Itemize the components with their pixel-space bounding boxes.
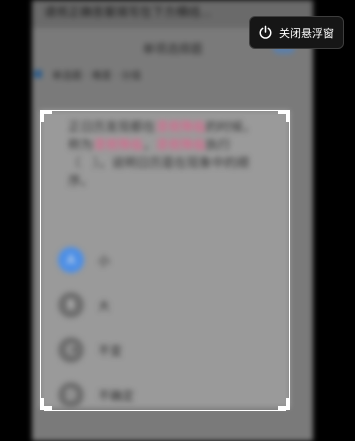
option-c[interactable]: C 不变	[58, 335, 122, 365]
crop-frame-left	[40, 114, 41, 406]
crop-frame-right	[289, 114, 290, 406]
power-icon	[259, 25, 272, 39]
question-highlight-2: 漆夜降临	[93, 137, 144, 152]
crop-handle-top-left[interactable]	[40, 110, 52, 122]
question-text-3: ，	[143, 137, 156, 152]
option-c-text: 不变	[98, 343, 123, 358]
option-d-text: 不确定	[98, 388, 135, 403]
question-text: 正日历发现都在漆夜降临的时候，称为漆夜降临，漆夜降临执行（ ）。说明日历是在现象…	[68, 118, 268, 190]
option-a-text: 小	[98, 253, 111, 268]
question-highlight-1: 漆夜降临	[155, 119, 206, 134]
crop-frame-top	[44, 110, 286, 111]
close-floating-window-button[interactable]: 关闭悬浮窗	[249, 16, 344, 49]
option-d[interactable]: D 不确定	[58, 380, 134, 410]
option-b[interactable]: B 大	[58, 290, 110, 320]
crop-frame-bottom	[44, 410, 286, 411]
crop-handle-bottom-right[interactable]	[278, 398, 290, 410]
crop-handle-bottom-left[interactable]	[40, 398, 52, 410]
option-a[interactable]: A 小	[58, 245, 110, 275]
question-highlight-3: 漆夜降临	[155, 137, 206, 152]
close-floating-window-label: 关闭悬浮窗	[279, 26, 334, 40]
crop-handle-top-right[interactable]	[278, 110, 290, 122]
meta-icon	[34, 70, 42, 78]
option-b-text: 大	[98, 298, 111, 313]
option-c-icon: C	[58, 337, 84, 363]
option-a-icon: A	[58, 247, 84, 273]
question-text-1: 正日历发现都在	[68, 119, 156, 134]
question-meta: 单选题 · 难度 · 分值	[52, 71, 142, 82]
option-d-icon: D	[58, 382, 84, 408]
option-b-icon: B	[58, 292, 84, 318]
